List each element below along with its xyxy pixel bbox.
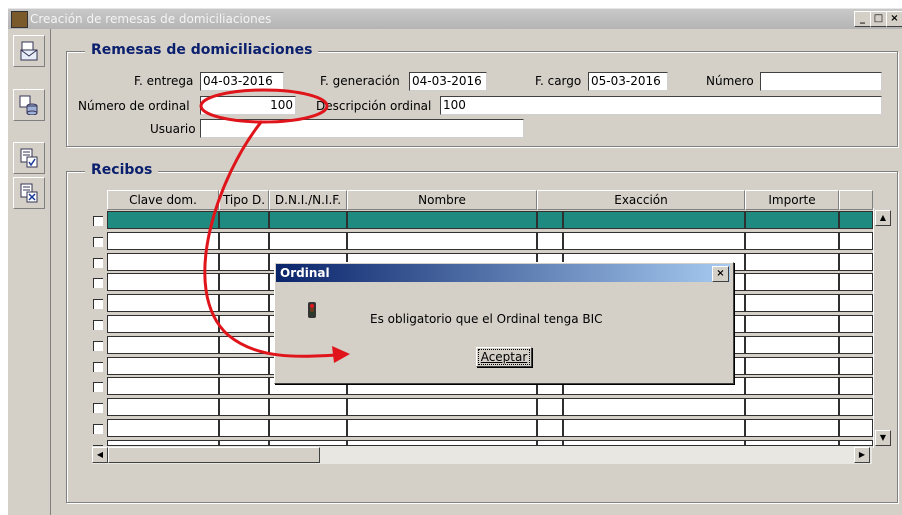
annotation-arrow-path [203,120,339,358]
annotation-ellipse [199,88,329,124]
annotation-overlay [199,88,350,363]
annotation-arrow-head [332,346,350,363]
